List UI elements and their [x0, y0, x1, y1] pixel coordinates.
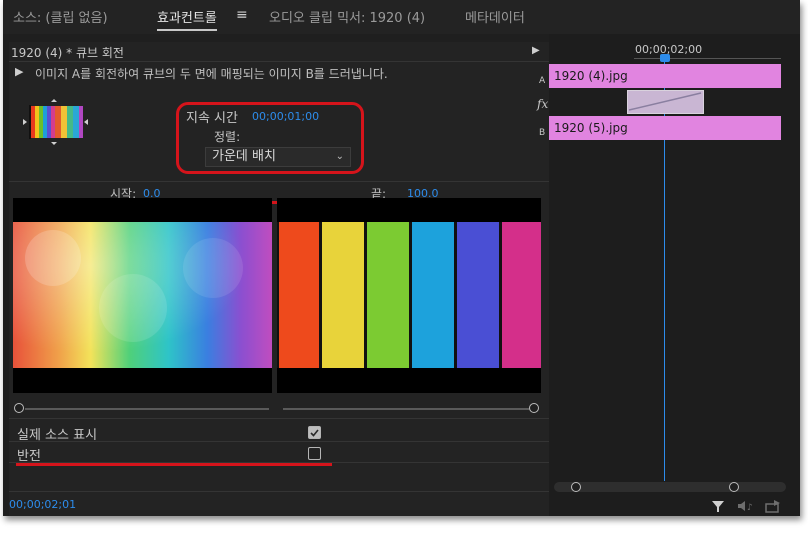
effect-description: 이미지 A를 회전하여 큐브의 두 면에 매핑되는 이미지 B를 드러냅니다. — [35, 67, 388, 81]
clip-a[interactable]: 1920 (4).jpg — [549, 64, 781, 88]
divider — [9, 491, 551, 492]
panel-tab-bar: 소스: (클립 없음) 효과컨트롤 ≡ 오디오 클립 믹서: 1920 (4) … — [3, 0, 800, 34]
reverse-checkbox[interactable] — [308, 447, 321, 460]
preview-image-b — [277, 198, 541, 393]
effect-controls-window: 소스: (클립 없음) 효과컨트롤 ≡ 오디오 클립 믹서: 1920 (4) … — [3, 0, 800, 516]
scrollbar-right-handle[interactable] — [729, 482, 739, 492]
audio-icon[interactable]: ♪ — [737, 498, 753, 513]
start-slider-knob[interactable] — [14, 403, 24, 413]
mini-timeline: 00;00;02;00 A 1920 (4).jpg fx B 1920 (5)… — [537, 34, 800, 516]
divider — [9, 181, 551, 182]
timeline-scrollbar[interactable] — [554, 482, 786, 492]
annotation-underline — [16, 463, 332, 466]
divider — [9, 418, 551, 419]
effect-settings-panel: 1920 (4) * 큐브 회전 ▶ 이미지 A를 회전하여 큐브의 두 면에 … — [9, 42, 551, 516]
scrollbar-left-handle[interactable] — [571, 482, 581, 492]
divider — [9, 462, 551, 463]
transition-clip[interactable] — [627, 90, 704, 114]
tab-source[interactable]: 소스: (클립 없음) — [13, 7, 108, 26]
clip-b[interactable]: 1920 (5).jpg — [549, 116, 781, 140]
divider — [9, 441, 551, 442]
show-actual-sources-checkbox[interactable] — [308, 426, 321, 439]
effect-header: 1920 (4) * 큐브 회전 — [11, 46, 124, 60]
play-triangle-icon[interactable]: ▶ — [15, 65, 23, 78]
start-slider-track[interactable] — [25, 408, 269, 410]
end-slider-track[interactable] — [283, 408, 529, 410]
export-icon[interactable] — [765, 498, 781, 513]
divider — [9, 61, 551, 62]
playhead-handle[interactable] — [660, 54, 670, 62]
tab-metadata[interactable]: 메타데이터 — [465, 7, 525, 26]
end-slider-knob[interactable] — [529, 403, 539, 413]
annotation-highlight-box — [176, 102, 364, 174]
svg-text:♪: ♪ — [747, 503, 753, 513]
menu-icon[interactable]: ≡ — [236, 7, 248, 23]
track-b-label: B — [539, 128, 546, 138]
filter-icon[interactable] — [711, 498, 725, 512]
time-ruler — [634, 58, 781, 59]
panel-arrow-icon[interactable]: ▶ — [532, 45, 540, 56]
tab-audio-clip-mixer[interactable]: 오디오 클립 믹서: 1920 (4) — [269, 7, 425, 26]
preview-image-a — [13, 198, 272, 393]
track-a-label: A — [539, 76, 546, 86]
tab-effect-controls[interactable]: 효과컨트롤 — [157, 7, 217, 31]
current-timecode[interactable]: 00;00;02;01 — [9, 498, 76, 511]
transition-thumbnail — [13, 99, 93, 145]
fx-label: fx — [537, 97, 549, 111]
